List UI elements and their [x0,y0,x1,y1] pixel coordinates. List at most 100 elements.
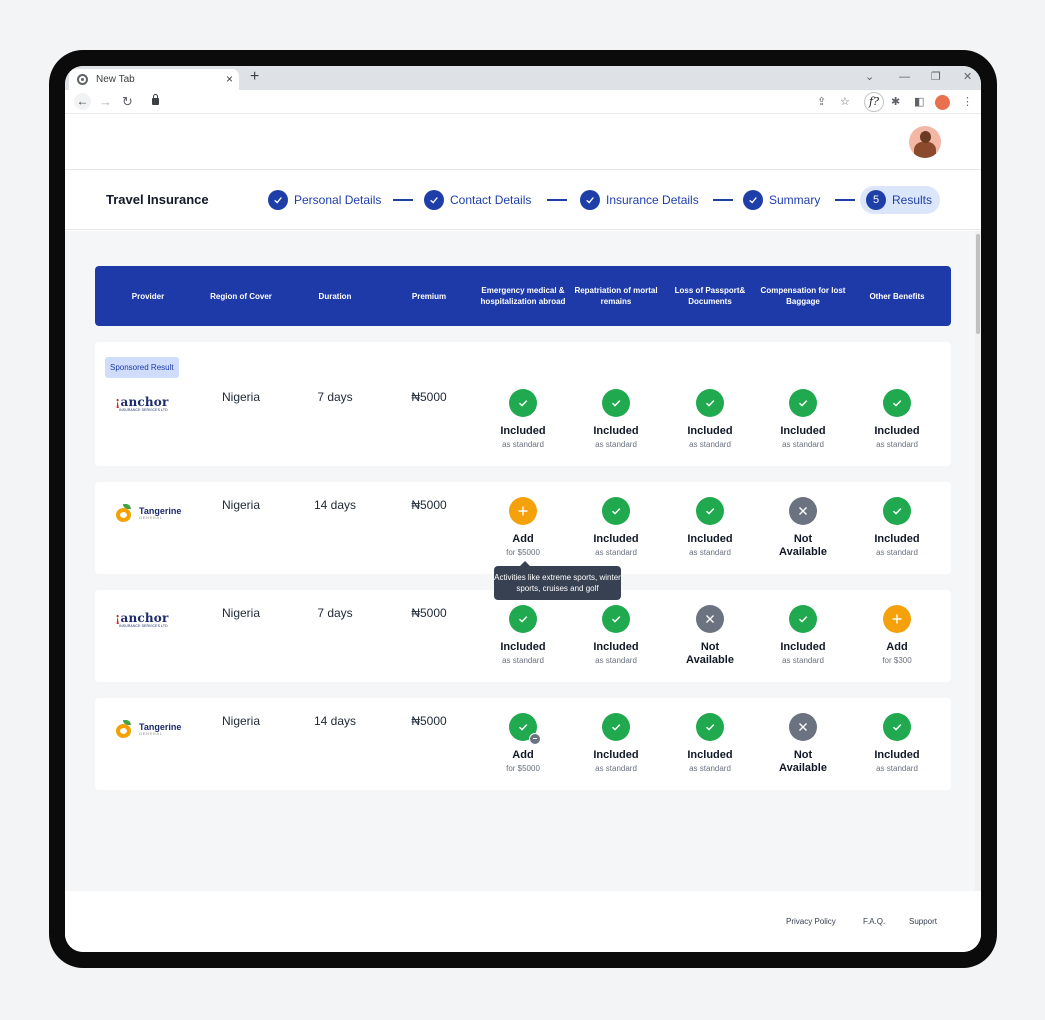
chrome-icon [77,74,88,85]
benefit-loss-of-passport[interactable]: Included as standard [663,497,757,558]
benefit-status: Add [512,533,534,545]
check-icon [268,190,288,210]
premium-cell: ₦5000 [411,606,447,620]
duration-cell: 7 days [317,606,353,620]
new-tab-icon[interactable]: + [250,69,259,85]
benefit-emergency-medical[interactable]: Add for $5000 [476,497,570,558]
provider-sub: INSURANCE SERVICES LTD [119,408,168,412]
benefit-lost-baggage[interactable]: Not Available [756,497,850,559]
check-icon [602,389,630,417]
step-summary[interactable]: Summary [743,189,820,211]
step-insurance-details[interactable]: Insurance Details [580,189,699,211]
check-icon [424,190,444,210]
benefit-status: Included [500,425,546,437]
benefit-loss-of-passport[interactable]: Not Available [663,605,757,667]
step-personal-details[interactable]: Personal Details [268,189,381,211]
x-icon [789,497,817,525]
column-header-repatriation: Repatriation of mortal remains [574,286,658,306]
benefit-emergency-medical[interactable]: Add for $5000 [476,713,570,774]
benefit-loss-of-passport[interactable]: Included as standard [663,713,757,774]
x-icon [696,605,724,633]
region-cell: Nigeria [221,390,260,404]
anchor-logo: ¡anchor INSURANCE SERVICES LTD [115,611,169,628]
benefit-repatriation[interactable]: Included as standard [569,497,663,558]
benefit-other[interactable]: Included as standard [850,497,944,558]
benefit-note: as standard [782,656,824,665]
benefit-emergency-medical[interactable]: Included as standard [476,389,570,450]
benefit-status: Included [687,749,733,761]
screen: New Tab × + ⌄ — ❐ ✕ ← → ↻ ⇪ ☆ f? ✱ ◧ ⋮ T… [65,66,981,952]
benefit-lost-baggage[interactable]: Included as standard [756,389,850,450]
step-contact-details[interactable]: Contact Details [424,189,531,211]
benefit-status: Included [687,533,733,545]
minimize-icon[interactable]: — [899,70,910,84]
scrollbar-thumb[interactable] [976,234,980,334]
plus-icon[interactable] [509,497,537,525]
benefit-lost-baggage[interactable]: Not Available [756,713,850,775]
column-header-other-benefits: Other Benefits [869,291,925,301]
browser-tab[interactable]: New Tab × [69,69,239,90]
table-row[interactable]: Tangerine GENERAL Nigeria 14 days ₦5000 … [95,698,951,790]
column-header-duration: Duration [318,291,352,301]
table-row[interactable]: ¡anchor INSURANCE SERVICES LTD Nigeria 7… [95,590,951,682]
benefit-lost-baggage[interactable]: Included as standard [756,605,850,666]
provider-name: Tangerine [139,721,182,732]
privacy-policy-link[interactable]: Privacy Policy [786,917,836,926]
step-connector [547,199,567,201]
user-avatar[interactable] [909,126,941,158]
check-icon [580,190,600,210]
extension-f-icon[interactable]: f? [864,92,884,112]
provider-sub: GENERAL [139,515,163,520]
lock-icon [152,94,159,105]
share-icon[interactable]: ⇪ [817,94,826,110]
step-label: Contact Details [450,193,532,207]
benefit-status: Not Available [779,533,827,558]
profile-avatar-icon[interactable] [935,95,950,110]
benefit-note: as standard [595,440,637,449]
benefit-emergency-medical[interactable]: Included as standard [476,605,570,666]
step-label: Personal Details [294,193,382,207]
step-label: Results [892,193,933,207]
back-arrow-icon[interactable]: ← [74,93,91,110]
check-icon [883,713,911,741]
table-row[interactable]: Sponsored Result ¡anchor INSURANCE SERVI… [95,342,951,466]
benefit-other[interactable]: Included as standard [850,389,944,450]
step-results[interactable]: 5 Results [860,186,941,214]
benefit-note: as standard [502,656,544,665]
premium-cell: ₦5000 [411,390,447,404]
address-bar[interactable] [145,93,865,111]
tab-close-icon[interactable]: × [226,72,233,86]
column-header-provider: Provider [131,291,165,301]
restore-icon[interactable]: ❐ [931,70,941,84]
benefit-loss-of-passport[interactable]: Included as standard [663,389,757,450]
puzzle-icon[interactable]: ✱ [891,94,900,110]
plus-icon[interactable] [883,605,911,633]
check-icon [789,389,817,417]
check-icon[interactable] [509,713,541,745]
column-header-loss-of-passport: Loss of Passport& Documents [674,286,746,306]
window-close-icon[interactable]: ✕ [963,70,972,84]
benefit-other[interactable]: Included as standard [850,713,944,774]
benefit-other[interactable]: Add for $300 [850,605,944,666]
benefit-status: Add [512,749,534,761]
benefit-note: as standard [876,548,918,557]
step-connector [835,199,855,201]
bookmark-star-icon[interactable]: ☆ [840,94,850,110]
kebab-menu-icon[interactable]: ⋮ [962,94,973,110]
support-link[interactable]: Support [909,917,937,926]
remove-minus-icon[interactable] [529,733,541,745]
footer: Privacy Policy F.A.Q. Support [65,891,981,952]
benefit-repatriation[interactable]: Included as standard [569,605,663,666]
reload-icon[interactable]: ↻ [122,94,133,109]
step-connector [713,199,733,201]
benefit-repatriation[interactable]: Included as standard [569,713,663,774]
check-icon [696,713,724,741]
tangerine-fruit-icon [115,720,133,738]
forward-arrow-icon[interactable]: → [99,94,112,109]
benefit-note: as standard [689,440,731,449]
faq-link[interactable]: F.A.Q. [863,917,885,926]
benefit-repatriation[interactable]: Included as standard [569,389,663,450]
side-panel-icon[interactable]: ◧ [914,94,924,110]
tab-search-chevron-icon[interactable]: ⌄ [865,70,874,84]
check-icon [602,605,630,633]
